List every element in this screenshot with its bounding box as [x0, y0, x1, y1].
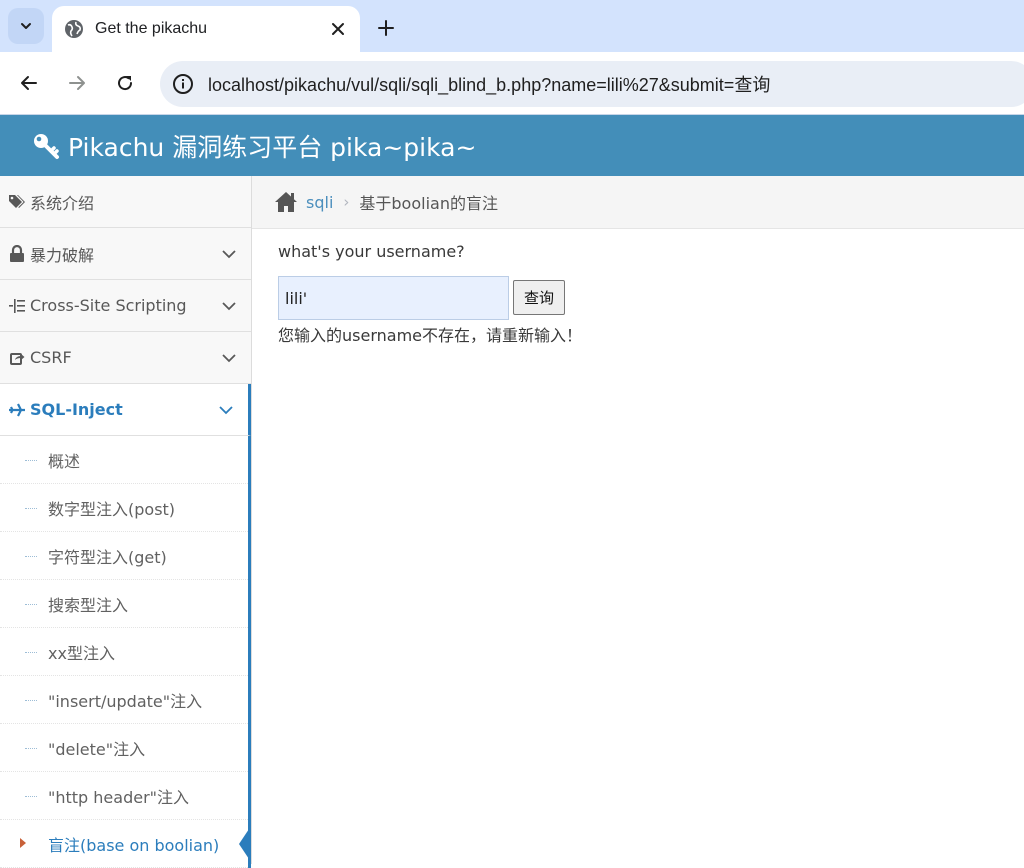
breadcrumb: sqli › 基于boolian的盲注: [252, 176, 1024, 229]
submenu-item-string-get[interactable]: 字符型注入(get): [0, 532, 248, 580]
username-input[interactable]: [278, 276, 509, 320]
back-button[interactable]: [13, 67, 45, 99]
sidebar-item-xss[interactable]: Cross-Site Scripting: [0, 280, 251, 332]
submenu-item-label: xx型注入: [48, 643, 115, 663]
sidebar: 系统介绍 暴力破解 Cross-Site Scripting CSRF SQL-…: [0, 176, 252, 868]
sidebar-item-label: SQL-Inject: [30, 400, 123, 419]
browser-toolbar: localhost/pikachu/vul/sqli/sqli_blind_b.…: [0, 52, 1024, 114]
submenu-item-label: "delete"注入: [48, 739, 146, 759]
caret-right-icon: [20, 838, 26, 848]
plus-icon: [378, 20, 394, 36]
reload-button[interactable]: [109, 67, 141, 99]
submenu-item-label: 字符型注入(get): [48, 547, 167, 567]
submenu-item-insert-update[interactable]: "insert/update"注入: [0, 676, 248, 724]
sidebar-item-csrf[interactable]: CSRF: [0, 332, 251, 384]
chevron-right-icon: ›: [343, 193, 350, 211]
submenu-item-http-header[interactable]: "http header"注入: [0, 772, 248, 820]
submenu-item-delete[interactable]: "delete"注入: [0, 724, 248, 772]
chevron-down-icon: [222, 354, 236, 363]
breadcrumb-link-sqli[interactable]: sqli: [306, 193, 333, 212]
app-title[interactable]: Pikachu 漏洞练习平台 pika~pika~: [68, 128, 476, 164]
close-icon: [332, 23, 344, 35]
plane-icon: [8, 401, 26, 419]
info-icon[interactable]: [172, 73, 194, 95]
submenu-item-search[interactable]: 搜索型注入: [0, 580, 248, 628]
new-tab-button[interactable]: [370, 12, 402, 44]
selected-indicator: [239, 826, 251, 862]
sidebar-item-sql-inject[interactable]: SQL-Inject: [0, 384, 251, 436]
sidebar-item-brute-force[interactable]: 暴力破解: [0, 228, 251, 280]
sidebar-item-label: 暴力破解: [30, 245, 95, 265]
list-indent-icon: [8, 297, 26, 315]
key-icon: [34, 133, 59, 159]
globe-icon: [65, 20, 83, 38]
submenu-item-label: 搜索型注入: [48, 595, 129, 615]
submenu-item-label: 概述: [48, 451, 81, 471]
username-question: what's your username?: [278, 242, 465, 261]
breadcrumb-current: 基于boolian的盲注: [359, 194, 498, 213]
sql-inject-submenu: 概述 数字型注入(post) 字符型注入(get) 搜索型注入 xx型注入 "i…: [0, 436, 251, 868]
home-icon[interactable]: [274, 191, 298, 213]
chevron-down-icon: [222, 250, 236, 259]
share-square-icon: [8, 349, 26, 367]
tab-title: Get the pikachu: [95, 20, 208, 37]
tab-search-button[interactable]: [8, 8, 44, 44]
forward-button[interactable]: [61, 67, 93, 99]
submenu-item-numeric-post[interactable]: 数字型注入(post): [0, 484, 248, 532]
lock-icon: [8, 244, 26, 263]
result-message: 您输入的username不存在，请重新输入！: [278, 326, 582, 345]
submenu-item-blind-boolean[interactable]: 盲注(base on boolian): [0, 820, 251, 868]
reload-icon: [118, 76, 133, 91]
sidebar-item-label: 系统介绍: [30, 193, 95, 213]
sidebar-item-label: Cross-Site Scripting: [30, 296, 187, 315]
browser-tab-active[interactable]: Get the pikachu: [52, 6, 360, 52]
submenu-item-xx[interactable]: xx型注入: [0, 628, 248, 676]
address-bar[interactable]: localhost/pikachu/vul/sqli/sqli_blind_b.…: [160, 61, 1024, 107]
tags-icon: [8, 193, 26, 211]
tab-close-button[interactable]: [326, 17, 350, 41]
chevron-down-icon: [21, 23, 31, 29]
sidebar-item-label: CSRF: [30, 348, 72, 367]
url-text[interactable]: localhost/pikachu/vul/sqli/sqli_blind_b.…: [208, 71, 770, 97]
arrow-left-icon: [21, 76, 37, 90]
submenu-item-label: "insert/update"注入: [48, 691, 203, 711]
submenu-item-label: 盲注(base on boolian): [48, 835, 220, 855]
chevron-down-icon: [222, 302, 236, 311]
query-form: 查询: [278, 276, 1024, 320]
submit-button[interactable]: 查询: [513, 280, 566, 315]
chevron-down-icon: [219, 406, 233, 415]
arrow-right-icon: [69, 76, 85, 90]
submenu-item-label: 数字型注入(post): [48, 499, 176, 519]
main-content: what's your username? 查询 您输入的username不存在…: [252, 229, 1024, 864]
submenu-item-overview[interactable]: 概述: [0, 436, 248, 484]
submenu-item-label: "http header"注入: [48, 787, 190, 807]
browser-tabstrip: Get the pikachu: [0, 0, 1024, 52]
app-header: Pikachu 漏洞练习平台 pika~pika~: [0, 115, 1024, 176]
sidebar-item-intro[interactable]: 系统介绍: [0, 176, 251, 228]
